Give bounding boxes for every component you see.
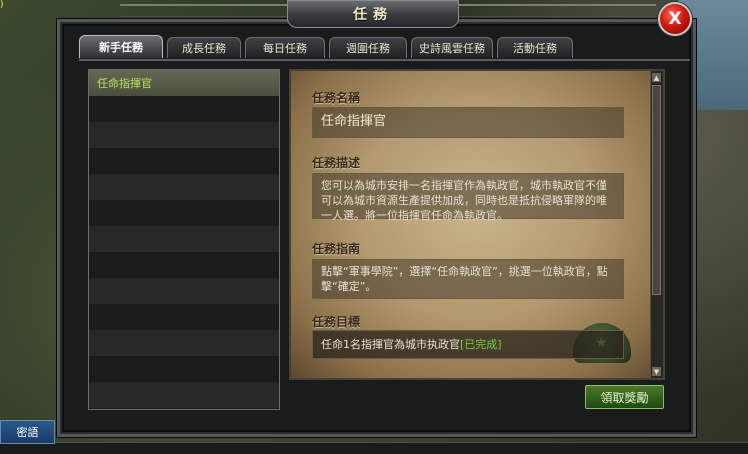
quest-list-item[interactable]: 任命指揮官 bbox=[89, 70, 279, 96]
quest-list-empty-row bbox=[89, 252, 279, 278]
scroll-down-icon[interactable]: ▼ bbox=[652, 367, 661, 376]
tab-divider bbox=[79, 59, 690, 61]
quest-list-empty-row bbox=[89, 200, 279, 226]
tab-newbie[interactable]: 新手任務 bbox=[79, 35, 163, 58]
detail-scrollbar[interactable]: ▲ ▼ bbox=[650, 71, 663, 378]
quest-desc-value: 您可以為城市安排一名指揮官作為執政官，城市執政官不僅可以為城市資源生產提供加成，… bbox=[312, 173, 624, 222]
quest-goal-heading: 任務目標 bbox=[312, 315, 361, 329]
tab-growth[interactable]: 成長任務 bbox=[167, 37, 241, 58]
scroll-thumb[interactable] bbox=[652, 85, 661, 295]
quest-detail-panel: 任務名稱 任命指揮官 任務描述 您可以為城市安排一名指揮官作為執政官，城市執政官… bbox=[289, 69, 665, 380]
edge-glyph: ) bbox=[0, 0, 4, 10]
claim-reward-button[interactable]: 領取獎勵 bbox=[585, 385, 664, 409]
quest-goal-value: 任命1名指揮官為城市执政官 bbox=[321, 338, 460, 351]
quest-name-heading: 任務名稱 bbox=[312, 91, 361, 105]
quest-list: 任命指揮官 bbox=[88, 69, 280, 410]
quest-list-item-label: 任命指揮官 bbox=[97, 77, 152, 90]
tab-weekly[interactable]: 週圍任務 bbox=[329, 37, 407, 58]
quest-desc-heading: 任務描述 bbox=[312, 156, 361, 170]
window-titlebar: 任務 bbox=[287, 0, 459, 28]
tab-daily[interactable]: 每日任務 bbox=[245, 37, 325, 58]
tab-epic[interactable]: 史詩風雲任務 bbox=[411, 37, 493, 58]
quest-list-empty-row bbox=[89, 278, 279, 304]
quest-goal-box: 任命1名指揮官為城市执政官[已完成] bbox=[312, 330, 624, 359]
quest-list-empty-row bbox=[89, 330, 279, 356]
quest-list-empty-row bbox=[89, 96, 279, 122]
scroll-up-icon[interactable]: ▲ bbox=[652, 73, 661, 82]
quest-guide-heading: 任務指南 bbox=[312, 242, 361, 256]
tab-event[interactable]: 活動任務 bbox=[497, 37, 573, 58]
quest-list-empty-row bbox=[89, 356, 279, 382]
quest-tabs: 新手任務 成長任務 每日任務 週圍任務 史詩風雲任務 活動任務 bbox=[79, 35, 573, 59]
title-wing-left bbox=[120, 4, 288, 17]
quest-list-empty-row bbox=[89, 148, 279, 174]
quest-list-empty-row bbox=[89, 226, 279, 252]
close-button[interactable]: X bbox=[658, 2, 692, 36]
quest-name-value: 任命指揮官 bbox=[312, 107, 624, 138]
title-wing-right bbox=[456, 4, 656, 17]
quest-list-empty-row bbox=[89, 382, 279, 408]
close-icon: X bbox=[668, 9, 682, 29]
whisper-chat-button[interactable]: 密語 bbox=[0, 420, 55, 444]
quest-list-empty-row bbox=[89, 174, 279, 200]
quest-list-empty-row bbox=[89, 122, 279, 148]
bottom-bar bbox=[0, 442, 748, 454]
quest-list-empty-row bbox=[89, 304, 279, 330]
quest-guide-value: 點擊“軍事學院”，選擇“任命執政官”，挑選一位執政官，點擊“確定”。 bbox=[312, 259, 624, 299]
quest-goal-status: [已完成] bbox=[460, 338, 502, 351]
window-title: 任務 bbox=[353, 7, 393, 23]
